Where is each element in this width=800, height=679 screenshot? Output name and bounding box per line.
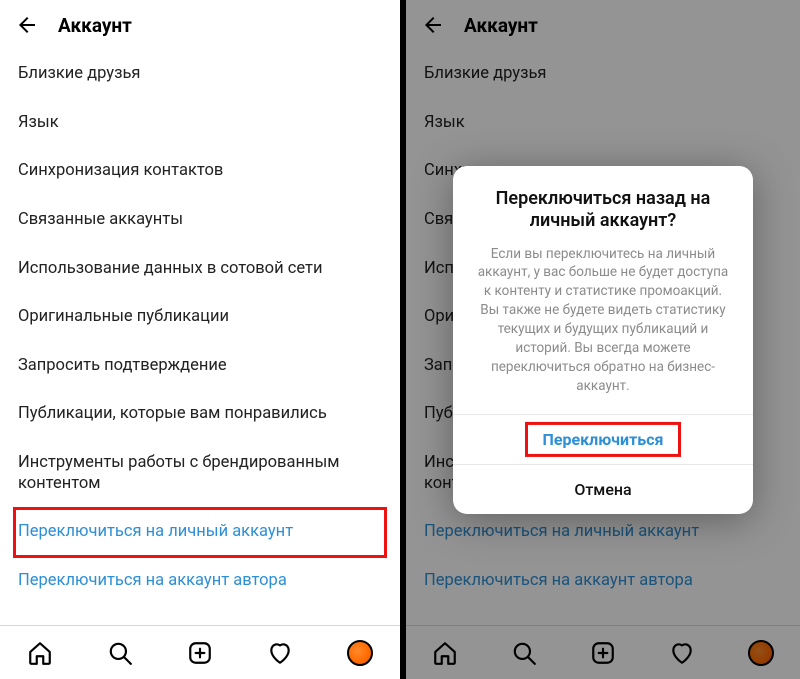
tab-bar [0, 625, 400, 679]
dialog-body: Если вы переключитесь на личный аккаунт,… [453, 240, 753, 413]
list-item[interactable]: Использование данных в сотовой сети [18, 245, 382, 294]
list-item[interactable]: Запросить подтверждение [18, 342, 382, 391]
list-item[interactable]: Близкие друзья [424, 50, 782, 99]
plus-square-icon [187, 640, 213, 666]
arrow-left-icon [15, 13, 39, 37]
tab-search[interactable] [105, 638, 135, 668]
tab-profile[interactable] [345, 638, 375, 668]
dialog-confirm-label: Переключиться [527, 424, 680, 455]
back-button[interactable] [420, 12, 446, 38]
tab-profile[interactable] [746, 638, 776, 668]
switch-to-personal-account[interactable]: Переключиться на личный аккаунт [424, 508, 782, 557]
heart-icon [669, 640, 695, 666]
tab-home[interactable] [25, 638, 55, 668]
header: Аккаунт [0, 0, 400, 50]
list-item[interactable]: Близкие друзья [18, 50, 382, 99]
confirm-dialog: Переключиться назад на личный аккаунт? Е… [453, 165, 753, 513]
tab-bar [406, 625, 800, 679]
list-item[interactable]: Инструменты работы с брендированным конт… [18, 439, 382, 508]
avatar-icon [748, 640, 774, 666]
switch-to-personal-account[interactable]: Переключиться на личный аккаунт [14, 508, 386, 557]
tab-activity[interactable] [265, 638, 295, 668]
list-item[interactable]: Язык [18, 99, 382, 148]
heart-icon [267, 640, 293, 666]
header: Аккаунт [406, 0, 800, 50]
list-item[interactable]: Публикации, которые вам понравились [18, 390, 382, 439]
list-item[interactable]: Язык [424, 99, 782, 148]
arrow-left-icon [421, 13, 445, 37]
list-item[interactable]: Синхронизация контактов [18, 147, 382, 196]
search-icon [107, 640, 133, 666]
avatar-icon [347, 640, 373, 666]
dialog-cancel-button[interactable]: Отмена [453, 464, 753, 514]
home-icon [27, 640, 53, 666]
dialog-title: Переключиться назад на личный аккаунт? [453, 165, 753, 240]
tab-create[interactable] [588, 638, 618, 668]
search-icon [511, 640, 537, 666]
list-item[interactable]: Оригинальные публикации [18, 293, 382, 342]
settings-list: Близкие друзья Язык Синхронизация контак… [0, 50, 400, 606]
switch-to-creator-account[interactable]: Переключиться на аккаунт автора [424, 557, 782, 606]
screenshot-right: Аккаунт Близкие друзья Язык Синхронизаци… [400, 0, 800, 679]
switch-to-creator-account[interactable]: Переключиться на аккаунт автора [18, 557, 382, 606]
list-item[interactable]: Связанные аккаунты [18, 196, 382, 245]
screenshot-left: Аккаунт Близкие друзья Язык Синхронизаци… [0, 0, 400, 679]
home-icon [432, 640, 458, 666]
dialog-confirm-button[interactable]: Переключиться [453, 414, 753, 464]
tab-activity[interactable] [667, 638, 697, 668]
plus-square-icon [590, 640, 616, 666]
page-title: Аккаунт [464, 14, 538, 37]
dialog-cancel-label: Отмена [574, 480, 631, 499]
tab-search[interactable] [509, 638, 539, 668]
back-button[interactable] [14, 12, 40, 38]
tab-home[interactable] [430, 638, 460, 668]
tab-create[interactable] [185, 638, 215, 668]
page-title: Аккаунт [58, 14, 132, 37]
